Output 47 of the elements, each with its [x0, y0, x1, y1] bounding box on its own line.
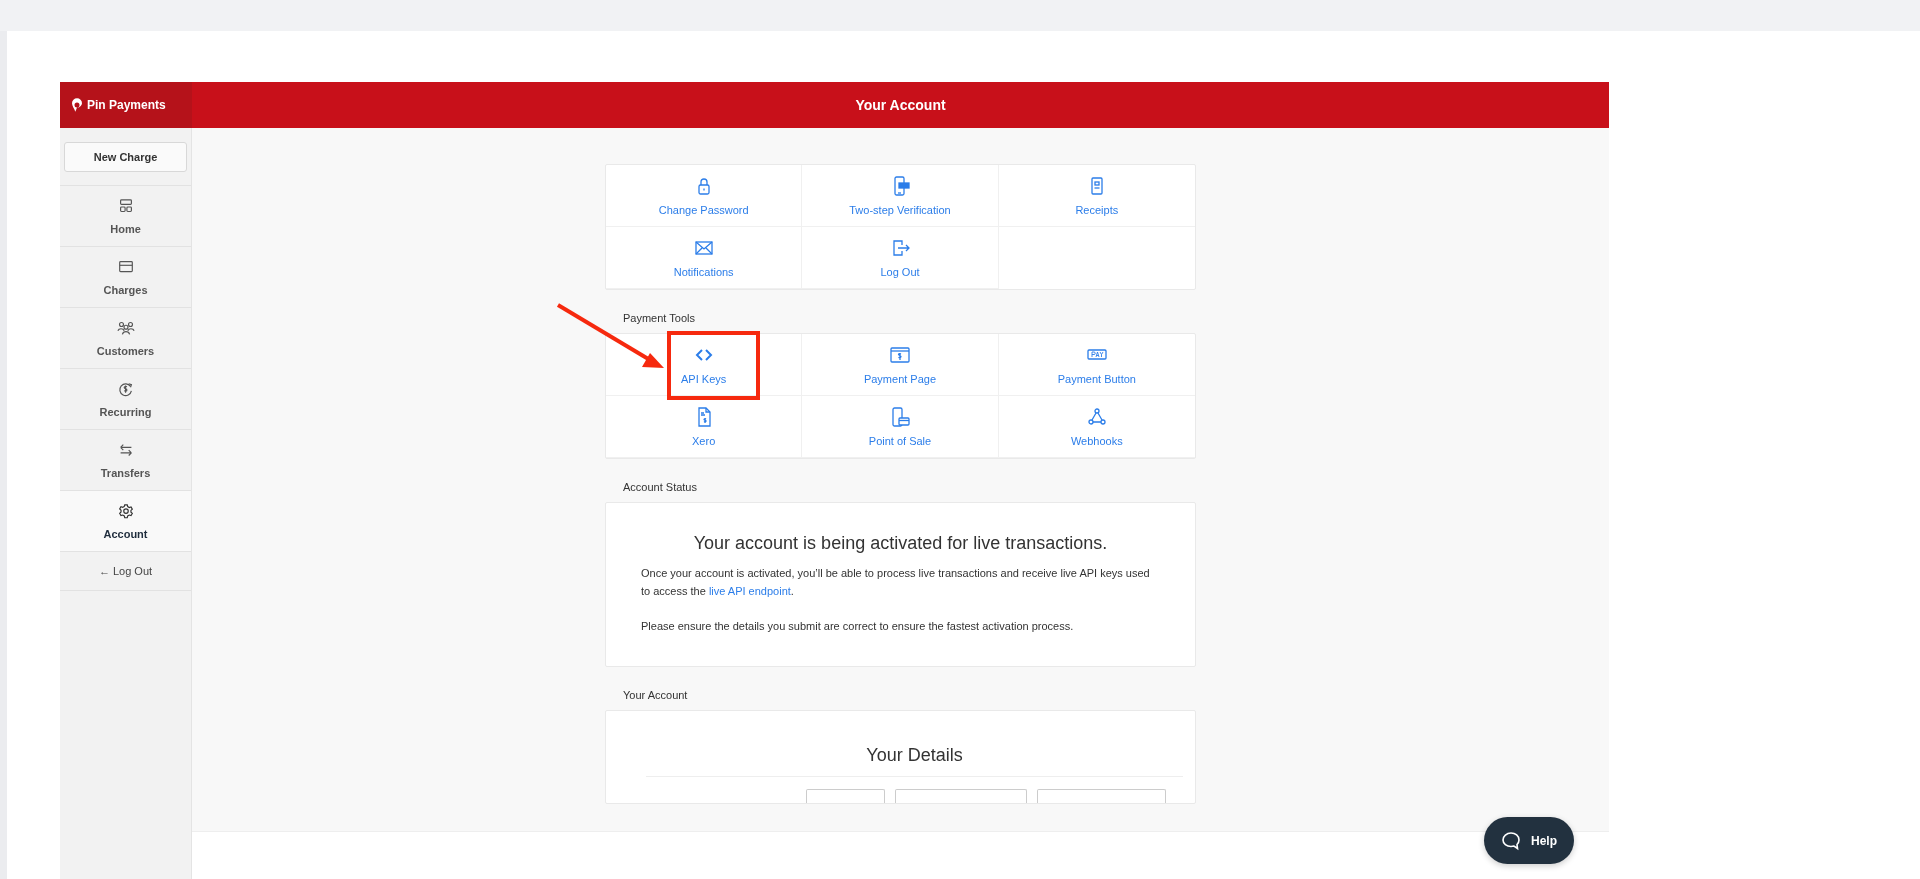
tile-label: Webhooks: [1070, 434, 1123, 447]
pin-icon: [72, 98, 82, 112]
exit-icon: [890, 237, 910, 258]
link-tile[interactable]: Payment Button: [998, 334, 1195, 396]
link-tile[interactable]: Log Out: [802, 227, 999, 289]
status-heading: Your account is being activated for live transactions.: [692, 533, 1109, 554]
browser-dollar-icon: [890, 344, 910, 365]
link-tile[interactable]: Payment Page: [802, 334, 999, 396]
section-title: Payment Tools: [622, 311, 696, 326]
sidebar-item[interactable]: Customers: [60, 308, 191, 369]
link-tile[interactable]: Webhooks: [998, 396, 1195, 458]
tile-label: Payment Button: [1057, 372, 1136, 385]
details-heading: Your Details: [646, 745, 1183, 777]
link-tile[interactable]: Notifications: [606, 227, 803, 289]
link-tile[interactable]: Point of Sale: [802, 396, 999, 458]
status-text: Please ensure the details you submit are correct to ensure the fastest activation process.: [641, 619, 1075, 634]
sidebar-item[interactable]: Charges: [60, 247, 191, 308]
link-tile[interactable]: Receipts: [998, 165, 1195, 227]
tile-label: Xero: [692, 434, 716, 447]
input-field[interactable]: [806, 789, 885, 803]
tile-label: Notifications: [673, 265, 734, 278]
api-endpoint-link[interactable]: live API endpoint: [708, 585, 791, 597]
webhook-icon: [1086, 406, 1107, 427]
brand-name: Pin Payments: [87, 98, 166, 112]
link-tile[interactable]: Xero: [606, 396, 803, 458]
tile-label: Change Password: [658, 203, 749, 216]
section-title: Your Account: [622, 688, 689, 703]
status-text: Once your account is activated, you’ll be able to process live transactions and receive live API keys used to access the live API endpoint.: [641, 566, 1151, 599]
tile-label: Log Out: [880, 265, 920, 278]
section-title: Account Status: [622, 480, 698, 495]
tile-label: Receipts: [1075, 203, 1119, 216]
input-field[interactable]: [895, 789, 1027, 803]
new-charge-button[interactable]: New Charge: [64, 142, 187, 172]
tile-label: Point of Sale: [868, 434, 932, 447]
tile-label: API Keys: [681, 372, 727, 385]
input-field[interactable]: [1037, 789, 1166, 803]
sidebar-item[interactable]: Recurring: [60, 369, 191, 430]
link-tile[interactable]: Two-step Verification: [802, 165, 999, 227]
sidebar-item[interactable]: Account: [60, 491, 191, 552]
tile-label: Two-step Verification: [849, 203, 951, 216]
tile-label: Payment Page: [863, 372, 937, 385]
sidebar-item[interactable]: Home: [60, 186, 191, 247]
page-title: Your Account: [192, 82, 1609, 128]
link-tile[interactable]: Change Password: [606, 165, 803, 227]
phone-card-icon: [890, 406, 910, 427]
chat-bubble-icon: [1501, 830, 1521, 851]
log-out-link[interactable]: ← Log Out: [60, 552, 191, 591]
